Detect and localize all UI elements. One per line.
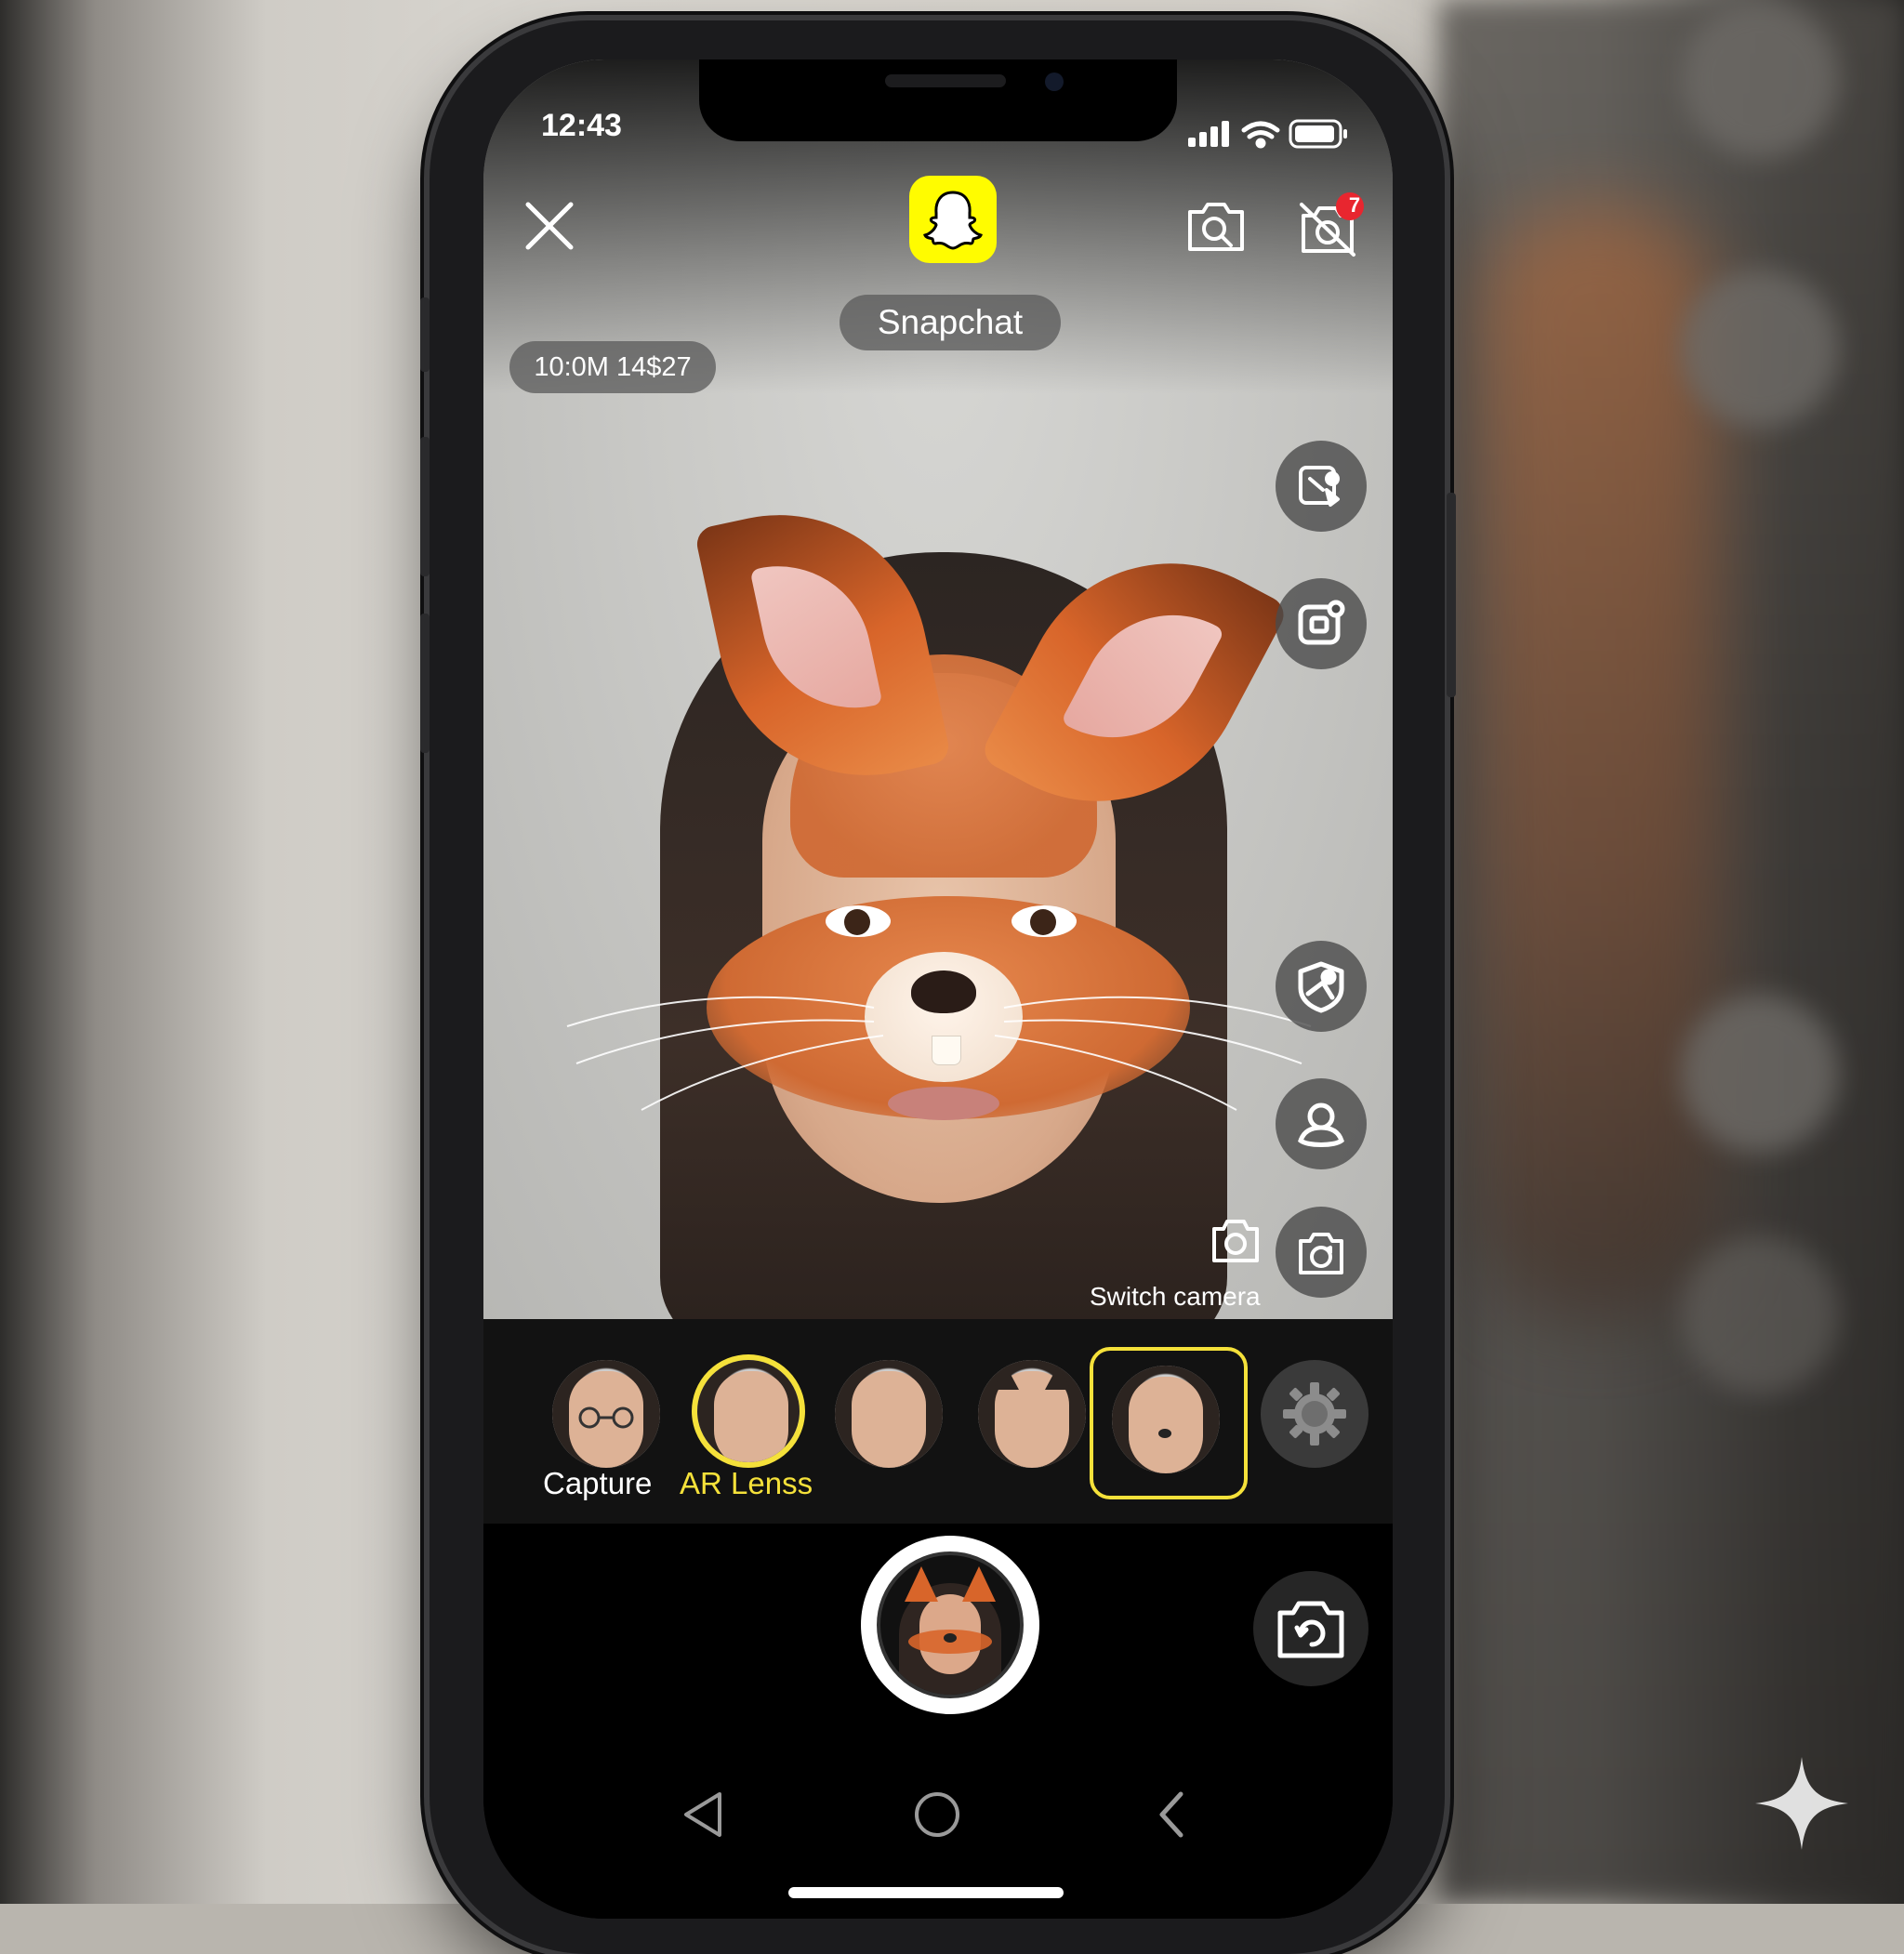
switch-camera-icon	[1299, 1233, 1343, 1274]
lens-tools-icon	[1299, 466, 1340, 507]
lens-natural[interactable]	[835, 1360, 943, 1468]
snapchat-logo[interactable]	[909, 176, 997, 263]
mute-switch	[420, 297, 430, 372]
lens-cat-whiskers-frame[interactable]	[1090, 1347, 1248, 1499]
face-swap-button[interactable]	[1276, 1078, 1367, 1169]
status-bar: 12:43	[483, 59, 1393, 162]
status-time: 12:43	[541, 108, 622, 143]
camera-frame-icon	[1298, 600, 1345, 645]
back-icon[interactable]	[679, 1789, 731, 1841]
home-icon[interactable]	[911, 1789, 963, 1841]
sparkle-icon	[1755, 1757, 1848, 1850]
status-icons	[1188, 119, 1347, 149]
lens-cat-ears[interactable]	[978, 1360, 1086, 1468]
capture-label[interactable]: Capture	[543, 1466, 652, 1501]
battery-icon	[1289, 119, 1347, 149]
sticker-button[interactable]	[1276, 941, 1367, 1032]
shutter-preview	[877, 1551, 1024, 1698]
recents-icon[interactable]	[1147, 1789, 1199, 1841]
power-button	[1447, 493, 1456, 697]
home-indicator[interactable]	[788, 1887, 1064, 1898]
settings-gear-icon	[1283, 1382, 1346, 1446]
lens-tools-button[interactable]	[1276, 441, 1367, 532]
phone-screen: 12:43 7 Snapchat 10:0M 14$27 Switch came…	[483, 59, 1393, 1919]
app-name-pill: Snapchat	[840, 295, 1061, 350]
timer-pill: 10:0M 14$27	[509, 341, 716, 393]
switch-camera-label: Switch camera	[1090, 1282, 1261, 1311]
flip-camera-icon	[1277, 1601, 1344, 1658]
volume-down-button	[420, 614, 430, 753]
lens-carousel[interactable]: Capture AR Lenss	[483, 1319, 1393, 1524]
snapchat-ghost-icon	[923, 191, 983, 250]
wifi-icon	[1241, 121, 1280, 149]
fox-whiskers	[566, 996, 1312, 1111]
switch-camera-button[interactable]	[1276, 1207, 1367, 1298]
camera-frame-button[interactable]	[1276, 578, 1367, 669]
search-camera-icon[interactable]	[1183, 191, 1250, 258]
notch	[699, 59, 1177, 141]
notification-badge-count: 7	[1348, 193, 1361, 217]
sticker-icon	[1298, 961, 1344, 1013]
lens-cat-whiskers[interactable]	[1112, 1366, 1220, 1473]
signal-icon	[1188, 121, 1229, 147]
ar-lens-label[interactable]: AR Lenss	[680, 1466, 813, 1501]
shutter-button[interactable]	[861, 1536, 1039, 1714]
lens-ar-selected[interactable]	[692, 1354, 805, 1468]
face-swap-icon	[1298, 1102, 1344, 1147]
lens-glasses[interactable]	[552, 1360, 660, 1468]
volume-up-button	[420, 437, 430, 576]
small-camera-icon	[1212, 1220, 1259, 1262]
flip-camera-button[interactable]	[1253, 1571, 1368, 1686]
close-icon[interactable]	[521, 197, 578, 255]
lens-settings[interactable]	[1261, 1360, 1368, 1468]
glasses-icon	[578, 1406, 634, 1429]
